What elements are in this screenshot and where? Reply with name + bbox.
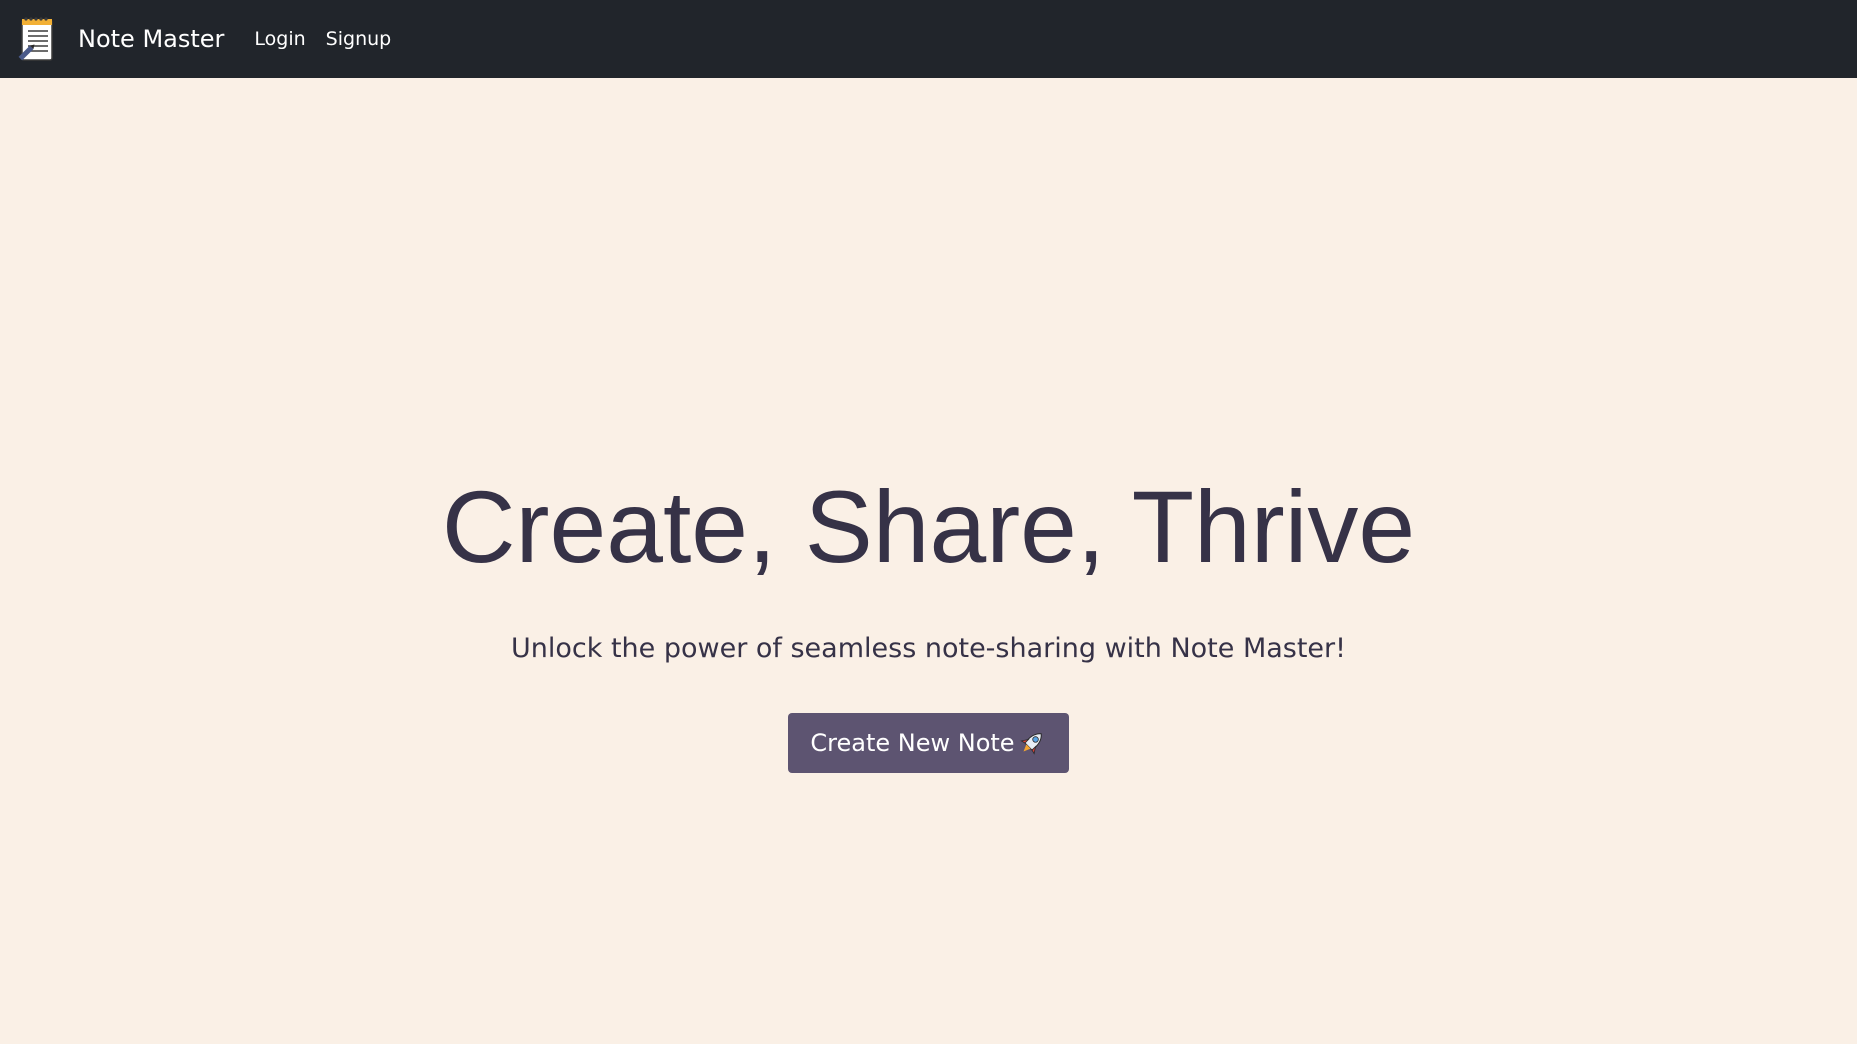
brand-link[interactable]: Note Master bbox=[16, 15, 224, 63]
cta-container: Create New Note bbox=[0, 713, 1857, 773]
rocket-icon bbox=[1017, 728, 1047, 758]
hero-subtitle: Unlock the power of seamless note-sharin… bbox=[511, 633, 1346, 664]
nav-link-signup[interactable]: Signup bbox=[326, 28, 392, 50]
nav-link-login[interactable]: Login bbox=[254, 28, 305, 50]
notepad-icon bbox=[16, 15, 56, 63]
create-new-note-button[interactable]: Create New Note bbox=[788, 713, 1069, 773]
nav-links: Login Signup bbox=[254, 28, 411, 50]
hero-title: Create, Share, Thrive bbox=[441, 470, 1416, 584]
create-new-note-label: Create New Note bbox=[810, 729, 1015, 757]
top-navbar: Note Master Login Signup bbox=[0, 0, 1857, 78]
brand-name: Note Master bbox=[78, 25, 225, 53]
hero-section: Create, Share, Thrive Unlock the power o… bbox=[0, 78, 1857, 1044]
